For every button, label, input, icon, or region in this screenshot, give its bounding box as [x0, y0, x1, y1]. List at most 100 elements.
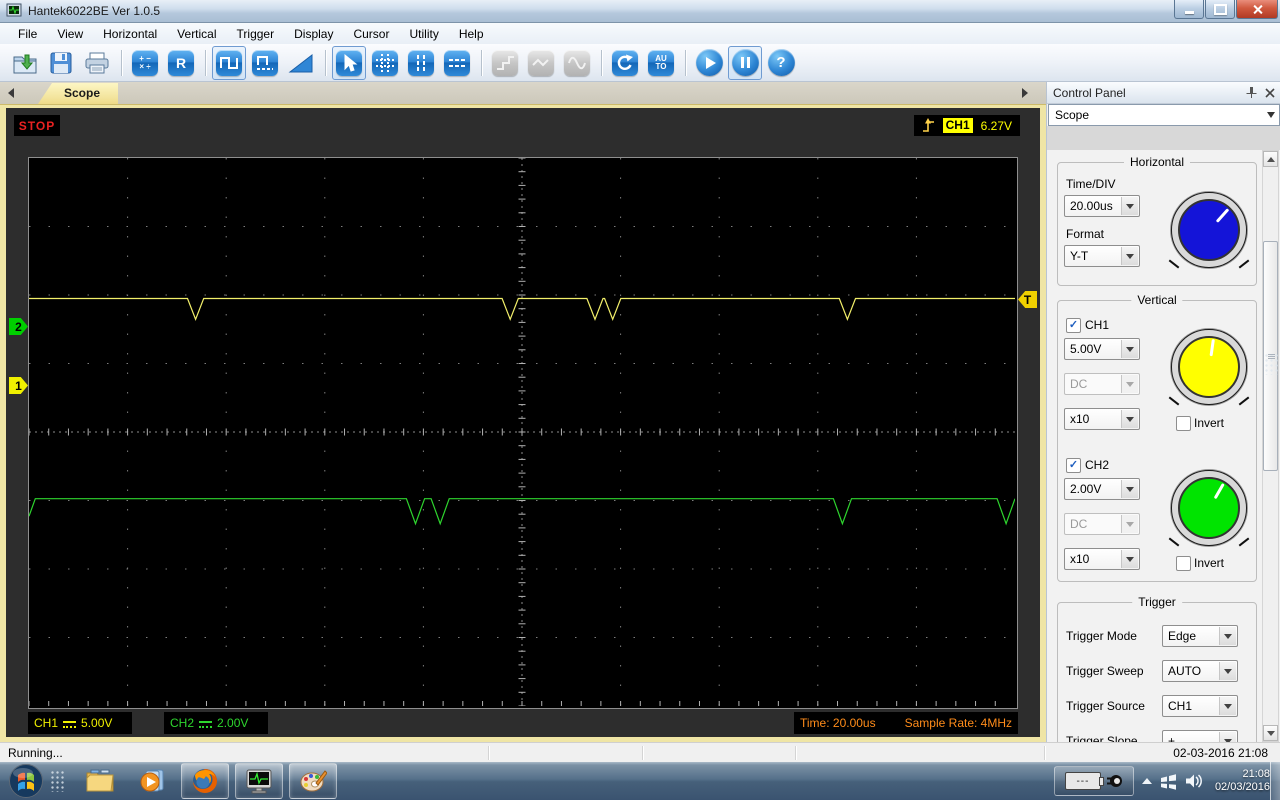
close-button[interactable]	[1236, 0, 1278, 19]
cross-cursor-icon	[372, 49, 398, 76]
scope-panel: STOP CH1 6.27V 2 1 T CH1 5.00V CH2 2.00V…	[6, 108, 1040, 737]
ramp-icon	[288, 53, 313, 72]
chevron-down-icon	[1121, 197, 1138, 215]
ch2-enable-checkbox[interactable]	[1066, 458, 1081, 473]
trigger-sweep-select[interactable]: AUTO	[1162, 660, 1238, 682]
zigzag-wave-button[interactable]	[524, 46, 558, 80]
battery-indicator[interactable]: ---	[1053, 766, 1134, 796]
trigger-slope-select[interactable]: +	[1162, 730, 1238, 742]
ch2-scale-select[interactable]: 2.00V	[1064, 478, 1140, 500]
ch1-position-knob[interactable]	[1171, 329, 1247, 405]
ch1-coupling-select[interactable]: DC	[1064, 373, 1140, 395]
waveform-svg	[29, 158, 1015, 706]
menu-file[interactable]: File	[8, 25, 47, 43]
pause-button[interactable]	[728, 45, 762, 80]
ch1-enable-checkbox[interactable]	[1066, 318, 1081, 333]
volume-icon[interactable]	[1185, 773, 1203, 789]
cursor-arrow-icon	[336, 49, 362, 76]
menu-horizontal[interactable]: Horizontal	[93, 25, 167, 43]
acquisition-status-badge[interactable]: STOP	[14, 115, 60, 136]
ch1-scale-select[interactable]: 5.00V	[1064, 338, 1140, 360]
sine-wave-button[interactable]	[560, 46, 594, 80]
step-wave-button[interactable]	[488, 46, 522, 80]
help-button[interactable]: ?	[764, 46, 798, 80]
print-button[interactable]	[80, 46, 114, 80]
math-button[interactable]: + − × ÷	[128, 46, 162, 80]
panel-mode-select[interactable]: Scope	[1048, 104, 1280, 126]
menu-trigger[interactable]: Trigger	[227, 25, 285, 43]
taskbar-grip[interactable]	[50, 770, 64, 792]
ch1-probe-select[interactable]: x10	[1064, 408, 1140, 430]
open-button[interactable]	[8, 46, 42, 80]
scroll-up-button[interactable]	[1263, 151, 1278, 167]
tab-scroll-right-button[interactable]	[1018, 85, 1032, 101]
rising-edge-icon	[922, 118, 934, 132]
minimize-button[interactable]	[1174, 0, 1204, 19]
taskbar-mediaplayer-button[interactable]	[129, 764, 175, 798]
refresh-button[interactable]	[608, 46, 642, 80]
maximize-button[interactable]	[1205, 0, 1235, 19]
taskbar-explorer-button[interactable]	[77, 764, 123, 798]
panel-close-icon[interactable]	[1265, 87, 1275, 98]
trigger-source-select[interactable]: CH1	[1162, 695, 1238, 717]
show-desktop-button[interactable]	[1270, 762, 1280, 800]
tab-scope[interactable]: Scope	[38, 83, 119, 104]
vertical-cursor-button[interactable]	[404, 46, 438, 80]
cross-cursor-button[interactable]	[368, 46, 402, 80]
left-arrow-icon	[8, 88, 14, 98]
sine-wave-icon	[564, 49, 590, 76]
menu-utility[interactable]: Utility	[399, 25, 448, 43]
tab-scroll-left-button[interactable]	[4, 85, 18, 101]
horizontal-cursor-button[interactable]	[440, 46, 474, 80]
media-player-icon	[140, 769, 164, 792]
auto-set-button[interactable]: AU TO	[644, 46, 678, 80]
taskbar-hantek-button[interactable]	[235, 763, 283, 799]
trigger-level-marker[interactable]: T	[1018, 291, 1037, 308]
start-button[interactable]	[8, 763, 44, 799]
taskbar-paint-button[interactable]	[289, 763, 337, 799]
horizontal-position-knob[interactable]	[1171, 192, 1247, 268]
cursor-select-button[interactable]	[332, 45, 366, 80]
menu-view[interactable]: View	[47, 25, 93, 43]
ch1-checkbox-label: CH1	[1085, 318, 1110, 332]
reference-button[interactable]: R	[164, 46, 198, 80]
pause-icon	[731, 49, 759, 76]
panel-scrollbar[interactable]	[1262, 150, 1279, 742]
timediv-select[interactable]: 20.00us	[1064, 195, 1140, 217]
pin-icon[interactable]	[1246, 87, 1257, 98]
scrollbar-thumb[interactable]	[1263, 241, 1278, 471]
format-select[interactable]: Y-T	[1064, 245, 1140, 267]
pulse-capture-button[interactable]	[212, 45, 246, 80]
pulse-capture-alt-button[interactable]	[248, 46, 282, 80]
open-icon	[13, 54, 37, 73]
trigger-mode-select[interactable]: Edge	[1162, 625, 1238, 647]
chevron-down-icon	[1219, 697, 1236, 715]
save-button[interactable]	[44, 46, 78, 80]
menu-display[interactable]: Display	[284, 25, 343, 43]
toolbar-separator	[601, 49, 603, 76]
chevron-down-icon	[1219, 662, 1236, 680]
up-arrow-icon	[1266, 156, 1275, 162]
status-divider	[642, 746, 644, 760]
ch2-invert-checkbox[interactable]	[1176, 556, 1191, 571]
show-hidden-icons-button[interactable]	[1141, 778, 1152, 784]
ch2-probe-select[interactable]: x10	[1064, 548, 1140, 570]
sample-rate: Sample Rate: 4MHz	[904, 716, 1012, 730]
menu-help[interactable]: Help	[449, 25, 494, 43]
ramp-button[interactable]	[284, 46, 318, 80]
ch2-position-marker[interactable]: 2	[9, 318, 28, 335]
play-button[interactable]	[692, 46, 726, 80]
taskbar-clock[interactable]: 21:08 02/03/2016	[1215, 768, 1270, 794]
waveform-display	[28, 157, 1018, 709]
horizontal-cursor-icon	[444, 49, 470, 76]
ch1-invert-checkbox[interactable]	[1176, 416, 1191, 431]
menu-cursor[interactable]: Cursor	[343, 25, 399, 43]
ch2-position-knob[interactable]	[1171, 470, 1247, 546]
network-icon[interactable]	[1160, 773, 1177, 790]
ch1-position-marker[interactable]: 1	[9, 377, 28, 394]
help-icon: ?	[767, 49, 795, 76]
taskbar-firefox-button[interactable]	[181, 763, 229, 799]
ch2-coupling-select[interactable]: DC	[1064, 513, 1140, 535]
menu-vertical[interactable]: Vertical	[167, 25, 226, 43]
scroll-down-button[interactable]	[1263, 725, 1278, 741]
